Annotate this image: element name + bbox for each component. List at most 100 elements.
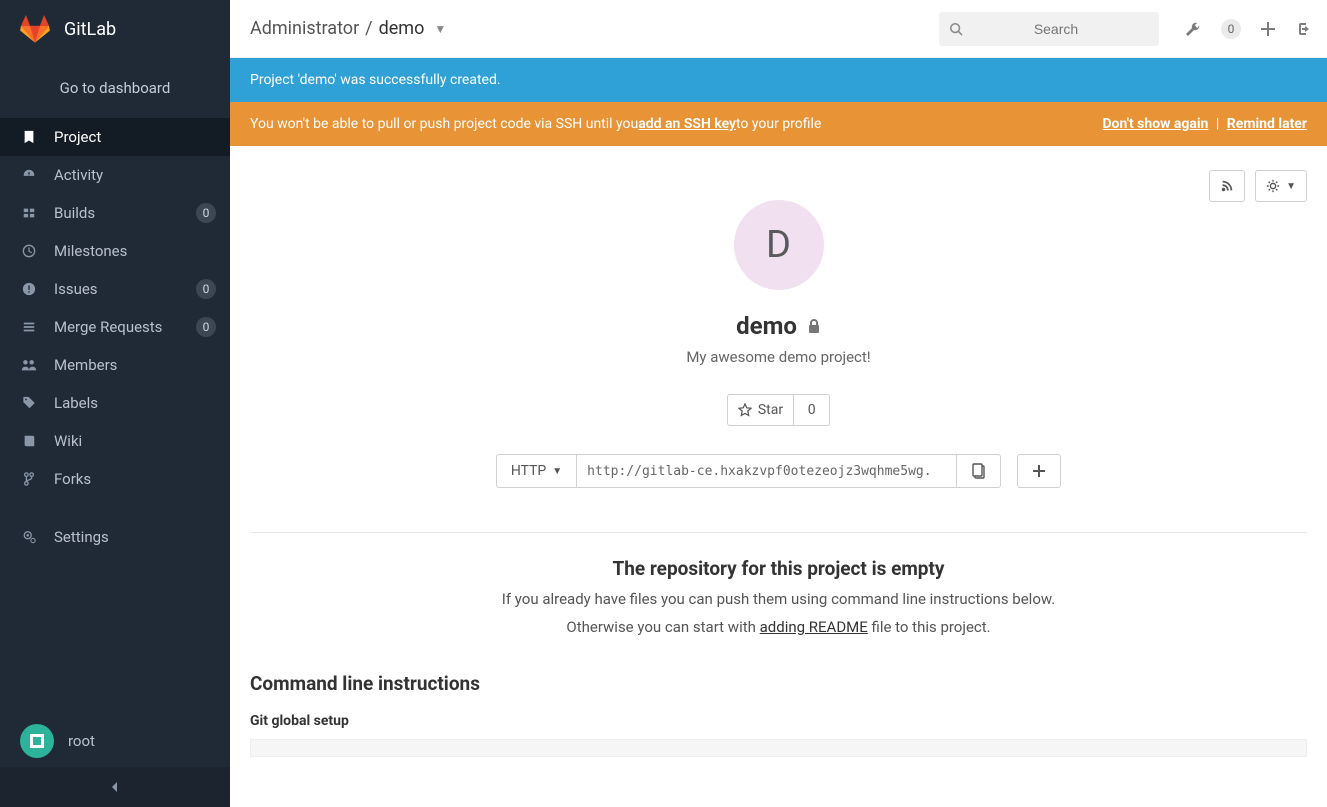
search-box[interactable] xyxy=(939,12,1159,46)
chevron-left-icon xyxy=(110,780,120,794)
sidebar-nav: Project Activity Builds 0 Milestones Iss… xyxy=(0,118,230,556)
ssh-alert-actions: Don't show again | Remind later xyxy=(1102,116,1307,132)
rss-icon xyxy=(1220,179,1234,193)
success-alert-text: Project 'demo' was successfully created. xyxy=(250,72,501,88)
builds-count-badge: 0 xyxy=(196,203,216,223)
cli-section: Command line instructions Git global set… xyxy=(250,672,1307,757)
tags-icon xyxy=(20,396,38,410)
copy-url-button[interactable] xyxy=(957,454,1001,488)
sidebar-item-label: Merge Requests xyxy=(54,318,162,336)
sidebar-item-label: Labels xyxy=(54,394,98,412)
sidebar-item-activity[interactable]: Activity xyxy=(0,156,230,194)
sidebar-item-label: Activity xyxy=(54,166,103,184)
breadcrumb-owner: Administrator xyxy=(250,18,359,39)
sidebar-item-builds[interactable]: Builds 0 xyxy=(0,194,230,232)
user-name: root xyxy=(68,732,95,750)
bookmark-icon xyxy=(20,130,38,144)
sidebar-item-label: Settings xyxy=(54,528,109,546)
todos-badge[interactable]: 0 xyxy=(1221,19,1241,39)
ssh-warning-alert: You won't be able to pull or push projec… xyxy=(230,102,1327,146)
tasks-icon xyxy=(20,320,38,334)
sidebar-item-settings[interactable]: Settings xyxy=(0,518,230,556)
sidebar-item-milestones[interactable]: Milestones xyxy=(0,232,230,270)
top-icons: 0 xyxy=(1185,19,1311,39)
sidebar-item-issues[interactable]: Issues 0 xyxy=(0,270,230,308)
sidebar-item-members[interactable]: Members xyxy=(0,346,230,384)
search-input[interactable] xyxy=(963,21,1149,37)
mr-count-badge: 0 xyxy=(196,317,216,337)
sidebar-item-project[interactable]: Project xyxy=(0,118,230,156)
dashboard-icon xyxy=(20,168,38,182)
lock-icon xyxy=(807,318,821,334)
clock-icon xyxy=(20,244,38,258)
brand-header[interactable]: GitLab xyxy=(0,0,230,58)
ssh-warning-suffix: to your profile xyxy=(736,116,821,132)
users-icon xyxy=(20,358,38,372)
clone-url-input[interactable] xyxy=(577,454,957,488)
project-description: My awesome demo project! xyxy=(686,348,870,366)
remind-later-link[interactable]: Remind later xyxy=(1227,116,1307,132)
sign-out-icon[interactable] xyxy=(1295,21,1311,37)
code-fork-icon xyxy=(20,472,38,486)
sidebar: GitLab Go to dashboard Project Activity … xyxy=(0,0,230,807)
ssh-warning-prefix: You won't be able to pull or push projec… xyxy=(250,116,638,132)
issues-count-badge: 0 xyxy=(196,279,216,299)
cli-heading: Command line instructions xyxy=(250,672,1307,695)
clone-protocol-label: HTTP xyxy=(511,463,546,479)
star-count: 0 xyxy=(794,394,830,426)
empty-repo-line1: If you already have files you can push t… xyxy=(250,590,1307,608)
rss-button[interactable] xyxy=(1209,170,1245,202)
project-settings-button[interactable]: ▼ xyxy=(1255,170,1307,202)
book-icon xyxy=(20,434,38,448)
dont-show-again-link[interactable]: Don't show again xyxy=(1102,116,1208,132)
sidebar-item-merge-requests[interactable]: Merge Requests 0 xyxy=(0,308,230,346)
sidebar-item-wiki[interactable]: Wiki xyxy=(0,422,230,460)
user-avatar-icon xyxy=(20,724,54,758)
plus-icon xyxy=(1033,465,1045,477)
breadcrumb-sep: / xyxy=(365,18,372,39)
download-button[interactable] xyxy=(1017,454,1061,488)
breadcrumb-project: demo xyxy=(379,18,425,39)
admin-wrench-icon[interactable] xyxy=(1185,21,1201,37)
add-ssh-key-link[interactable]: add an SSH key xyxy=(638,116,736,132)
breadcrumb[interactable]: Administrator / demo ▼ xyxy=(250,18,446,39)
cubes-icon xyxy=(20,206,38,220)
project-actions: ▼ xyxy=(250,170,1307,202)
project-title: demo xyxy=(736,312,821,340)
chevron-down-icon: ▼ xyxy=(434,22,446,36)
current-user[interactable]: root xyxy=(0,715,230,767)
project-avatar-letter: D xyxy=(766,223,791,267)
project-hero: D demo My awesome demo project! Star 0 H… xyxy=(250,200,1307,488)
cli-subheading: Git global setup xyxy=(250,713,1307,729)
sidebar-item-label: Issues xyxy=(54,280,98,298)
main: Administrator / demo ▼ 0 Project 'demo' … xyxy=(230,0,1327,807)
exclamation-circle-icon xyxy=(20,282,38,296)
gitlab-logo-icon xyxy=(20,15,50,43)
chevron-down-icon: ▼ xyxy=(1286,181,1296,192)
sidebar-item-label: Milestones xyxy=(54,242,127,260)
clipboard-icon xyxy=(972,463,986,479)
star-button[interactable]: Star xyxy=(727,394,794,426)
sidebar-item-label: Members xyxy=(54,356,117,374)
clone-protocol-dropdown[interactable]: HTTP ▼ xyxy=(496,454,577,488)
chevron-down-icon: ▼ xyxy=(552,466,562,477)
success-alert: Project 'demo' was successfully created. xyxy=(230,58,1327,102)
sidebar-item-forks[interactable]: Forks xyxy=(0,460,230,498)
empty-repo: The repository for this project is empty… xyxy=(250,533,1307,636)
content: ▼ D demo My awesome demo project! Star 0 xyxy=(230,146,1327,807)
go-to-dashboard-link[interactable]: Go to dashboard xyxy=(0,58,230,118)
clone-row: HTTP ▼ xyxy=(496,454,1061,488)
project-name: demo xyxy=(736,312,797,340)
project-avatar: D xyxy=(734,200,824,290)
sidebar-item-labels[interactable]: Labels xyxy=(0,384,230,422)
add-readme-link[interactable]: adding README xyxy=(760,618,868,636)
topbar: Administrator / demo ▼ 0 xyxy=(230,0,1327,58)
collapse-sidebar-button[interactable] xyxy=(0,767,230,807)
empty-repo-line2: Otherwise you can start with adding READ… xyxy=(250,618,1307,636)
pipe-separator: | xyxy=(1216,116,1219,132)
star-label: Star xyxy=(758,402,783,418)
sidebar-item-label: Project xyxy=(54,128,101,146)
empty-repo-title: The repository for this project is empty xyxy=(250,557,1307,580)
plus-icon[interactable] xyxy=(1261,22,1275,36)
gear-icon xyxy=(1266,179,1280,193)
